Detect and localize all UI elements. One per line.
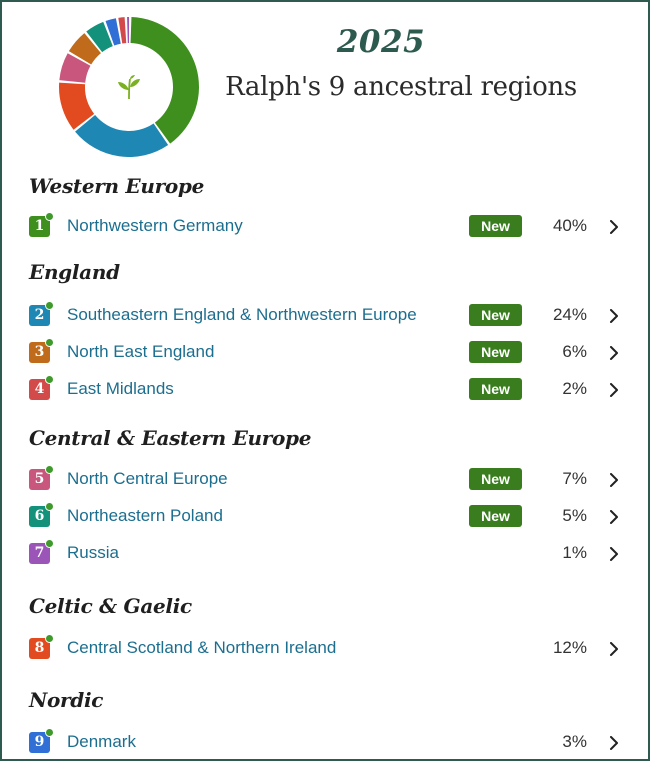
region-number-badge: 5: [29, 465, 54, 490]
page-title: Ralph's 9 ancestral regions: [225, 72, 577, 102]
region-number: 3: [34, 344, 45, 360]
region-row[interactable]: 7 Russia 1%: [29, 539, 629, 567]
chevron-right-icon[interactable]: [607, 736, 621, 750]
region-row[interactable]: 6 Northeastern Poland New 5%: [29, 502, 629, 530]
region-number-badge: 9: [29, 728, 54, 753]
region-number: 5: [34, 471, 45, 487]
group-title: England: [29, 260, 120, 284]
region-row[interactable]: 8 Central Scotland & Northern Ireland 12%: [29, 634, 629, 662]
region-percent: 3%: [562, 732, 587, 751]
chevron-right-icon[interactable]: [607, 642, 621, 656]
new-dot-icon: [45, 728, 54, 737]
group-title: Celtic & Gaelic: [29, 594, 192, 618]
region-number: 8: [34, 640, 45, 656]
region-percent: 1%: [562, 543, 587, 562]
chevron-right-icon[interactable]: [607, 309, 621, 323]
new-dot-icon: [45, 465, 54, 474]
group-title: Nordic: [29, 688, 104, 712]
new-dot-icon: [45, 338, 54, 347]
region-name-link[interactable]: Southeastern England & Northwestern Euro…: [67, 305, 417, 325]
region-number-badge: 8: [29, 634, 54, 659]
chevron-right-icon[interactable]: [607, 346, 621, 360]
region-name-link[interactable]: Northwestern Germany: [67, 216, 243, 236]
region-name-link[interactable]: Central Scotland & Northern Ireland: [67, 638, 336, 658]
region-row[interactable]: 4 East Midlands New 2%: [29, 375, 629, 403]
region-number-badge: 6: [29, 502, 54, 527]
region-number-badge: 3: [29, 338, 54, 363]
region-number: 6: [34, 508, 45, 524]
region-percent: 5%: [562, 506, 587, 525]
ethnicity-panel: 2025 Ralph's 9 ancestral regions Western…: [0, 0, 650, 761]
donut-slice-2: [75, 115, 169, 158]
region-row[interactable]: 1 Northwestern Germany New 40%: [29, 212, 629, 240]
region-name-link[interactable]: Denmark: [67, 732, 136, 752]
region-number-badge: 1: [29, 212, 54, 237]
new-dot-icon: [45, 634, 54, 643]
region-number: 1: [34, 218, 45, 234]
region-percent: 2%: [562, 379, 587, 398]
chevron-right-icon[interactable]: [607, 473, 621, 487]
new-dot-icon: [45, 375, 54, 384]
ethnicity-donut-chart: [58, 16, 200, 158]
region-row[interactable]: 9 Denmark 3%: [29, 728, 629, 756]
region-number: 9: [34, 734, 45, 750]
chevron-right-icon[interactable]: [607, 547, 621, 561]
region-number: 4: [34, 381, 45, 397]
new-tag: New: [469, 341, 522, 363]
new-dot-icon: [45, 502, 54, 511]
new-tag: New: [469, 215, 522, 237]
new-tag: New: [469, 505, 522, 527]
group-title: Central & Eastern Europe: [29, 426, 312, 450]
region-number-badge: 2: [29, 301, 54, 326]
new-tag: New: [469, 468, 522, 490]
donut-slice-9: [127, 17, 129, 44]
region-number: 2: [34, 307, 45, 323]
new-dot-icon: [45, 539, 54, 548]
region-name-link[interactable]: North Central Europe: [67, 469, 228, 489]
region-number: 7: [34, 545, 45, 561]
region-number-badge: 7: [29, 539, 54, 564]
chevron-right-icon[interactable]: [607, 383, 621, 397]
new-dot-icon: [45, 301, 54, 310]
region-percent: 40%: [552, 216, 587, 235]
region-row[interactable]: 5 North Central Europe New 7%: [29, 465, 629, 493]
chevron-right-icon[interactable]: [607, 510, 621, 524]
region-name-link[interactable]: Northeastern Poland: [67, 506, 223, 526]
region-name-link[interactable]: Russia: [67, 543, 119, 563]
report-year: 2025: [336, 24, 426, 60]
ancestry-leaf-icon: [118, 75, 140, 100]
region-percent: 24%: [552, 305, 587, 324]
region-name-link[interactable]: North East England: [67, 342, 214, 362]
group-title: Western Europe: [29, 174, 204, 198]
region-number-badge: 4: [29, 375, 54, 400]
region-row[interactable]: 2 Southeastern England & Northwestern Eur…: [29, 301, 629, 329]
new-dot-icon: [45, 212, 54, 221]
region-name-link[interactable]: East Midlands: [67, 379, 174, 399]
region-percent: 7%: [562, 469, 587, 488]
region-percent: 12%: [552, 638, 587, 657]
chevron-right-icon[interactable]: [607, 220, 621, 234]
new-tag: New: [469, 304, 522, 326]
region-percent: 6%: [562, 342, 587, 361]
region-row[interactable]: 3 North East England New 6%: [29, 338, 629, 366]
new-tag: New: [469, 378, 522, 400]
